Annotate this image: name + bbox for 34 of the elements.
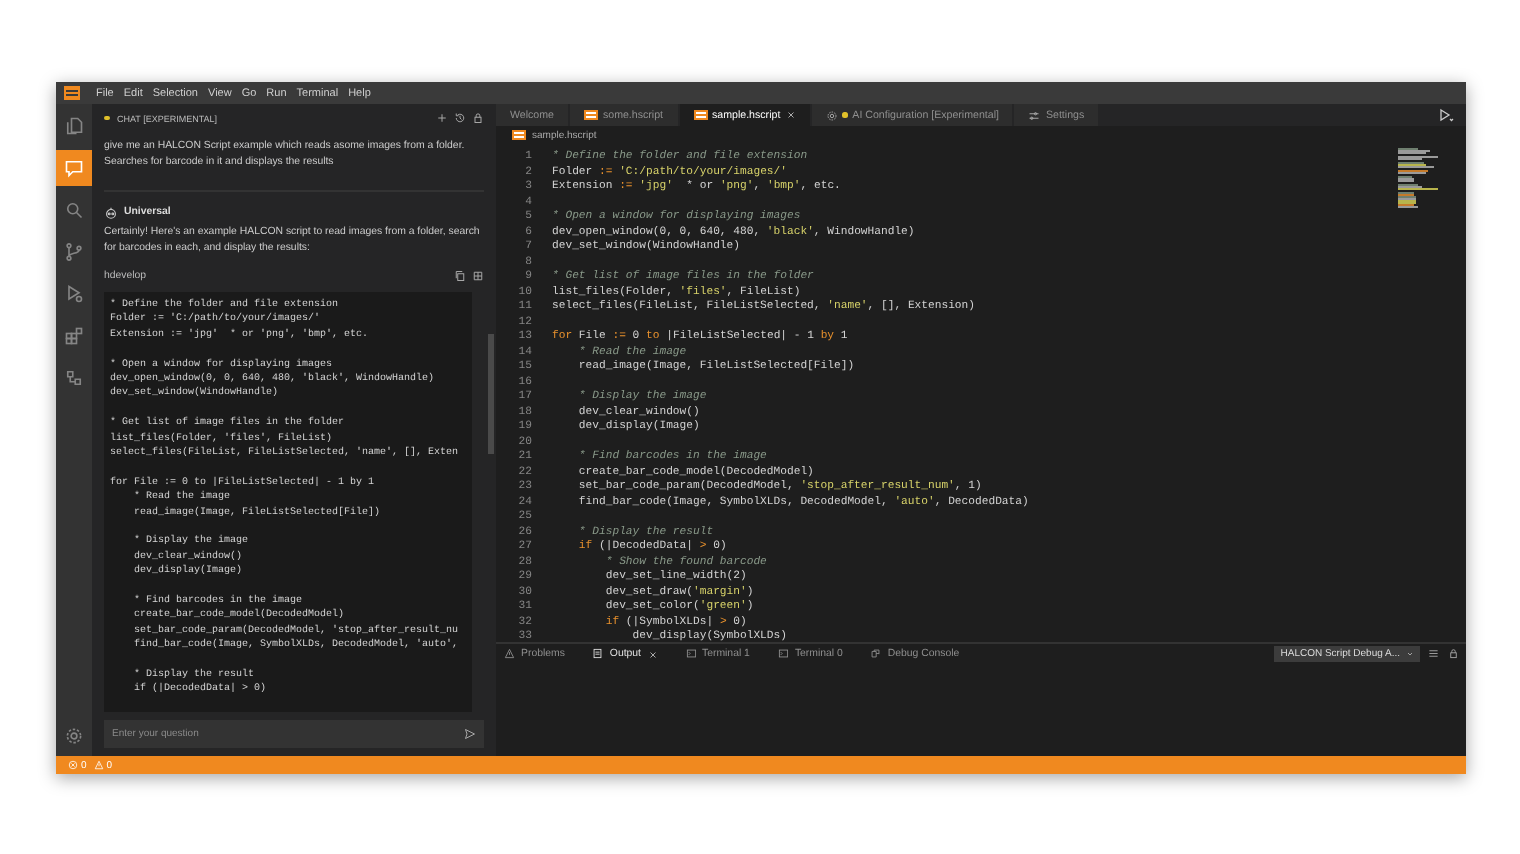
list-icon[interactable] — [1428, 648, 1439, 660]
search-icon — [64, 200, 84, 220]
run-icon[interactable] — [1438, 107, 1454, 123]
files-icon — [64, 116, 84, 136]
file-icon — [512, 130, 526, 140]
extensions-icon — [64, 326, 84, 346]
send-icon[interactable] — [464, 728, 476, 740]
close-icon[interactable] — [785, 110, 796, 120]
copy-icon[interactable] — [454, 270, 466, 282]
activity-tab[interactable] — [56, 150, 92, 186]
chat-icon — [64, 158, 84, 178]
terminal-icon — [685, 648, 696, 660]
plus-icon[interactable] — [436, 112, 448, 124]
branch-icon — [64, 242, 84, 262]
file-icon — [583, 110, 598, 120]
error-icon — [68, 760, 78, 770]
close-icon[interactable] — [647, 649, 657, 659]
document-icon — [592, 648, 604, 660]
dot-icon — [842, 112, 848, 118]
assistant-icon — [104, 205, 118, 219]
file-icon — [693, 110, 708, 120]
dot-icon — [104, 115, 109, 121]
history-icon[interactable] — [454, 112, 466, 124]
warning-icon — [504, 648, 515, 660]
lock-icon[interactable] — [1447, 648, 1458, 660]
run-icon — [64, 284, 84, 304]
scrollbar-thumb[interactable] — [488, 334, 494, 454]
tree-icon — [64, 368, 84, 388]
terminal-icon — [777, 648, 789, 660]
warning-icon — [93, 760, 104, 770]
sliders-icon — [1028, 109, 1041, 121]
lock-icon[interactable] — [472, 112, 484, 124]
gear-icon — [825, 109, 838, 121]
settings-icon[interactable] — [64, 726, 84, 746]
